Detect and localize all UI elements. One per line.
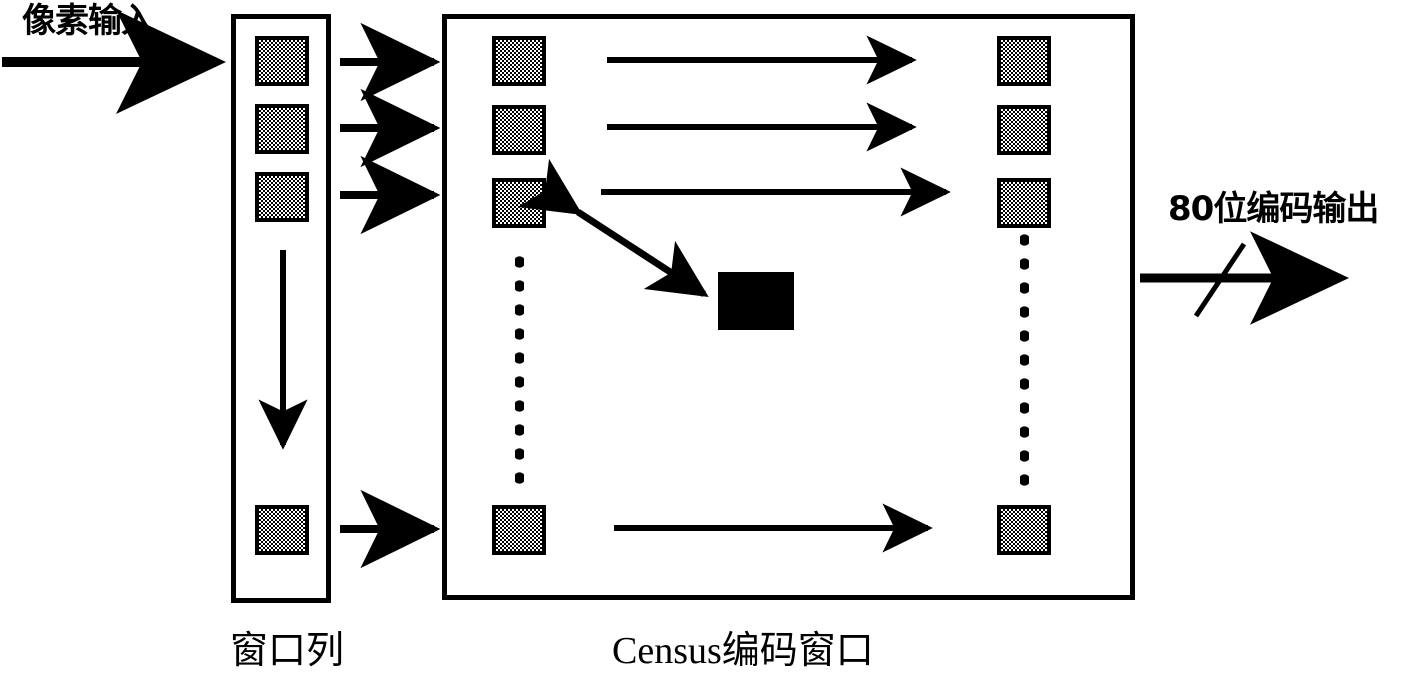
- census-left-cell: [492, 105, 546, 155]
- diagram-canvas: 像素输入 80位编码输出 与中心像素比较 窗口列 Census编码窗口: [0, 0, 1417, 693]
- census-right-cell: [997, 178, 1051, 228]
- window-column-cell: [255, 36, 309, 86]
- output-bits-label: 80位编码输出: [1168, 189, 1379, 229]
- window-column-cell: [255, 172, 309, 222]
- census-left-cell: [492, 36, 546, 86]
- ellipsis-column-right: [1019, 228, 1030, 490]
- census-left-cell: [492, 178, 546, 228]
- output-arrow: [1140, 231, 1349, 325]
- census-left-cell: [492, 505, 546, 555]
- census-right-cell: [997, 105, 1051, 155]
- census-right-cell: [997, 36, 1051, 86]
- window-column-cell: [255, 104, 309, 154]
- window-column-cell: [255, 505, 309, 555]
- census-right-cell: [997, 505, 1051, 555]
- center-pixel-block: [718, 272, 794, 330]
- census-window-label: Census编码窗口: [612, 630, 874, 672]
- pixel-input-label: 像素输入: [22, 1, 155, 41]
- ellipsis-column-left: [514, 250, 525, 488]
- window-column-label: 窗口列: [230, 630, 345, 672]
